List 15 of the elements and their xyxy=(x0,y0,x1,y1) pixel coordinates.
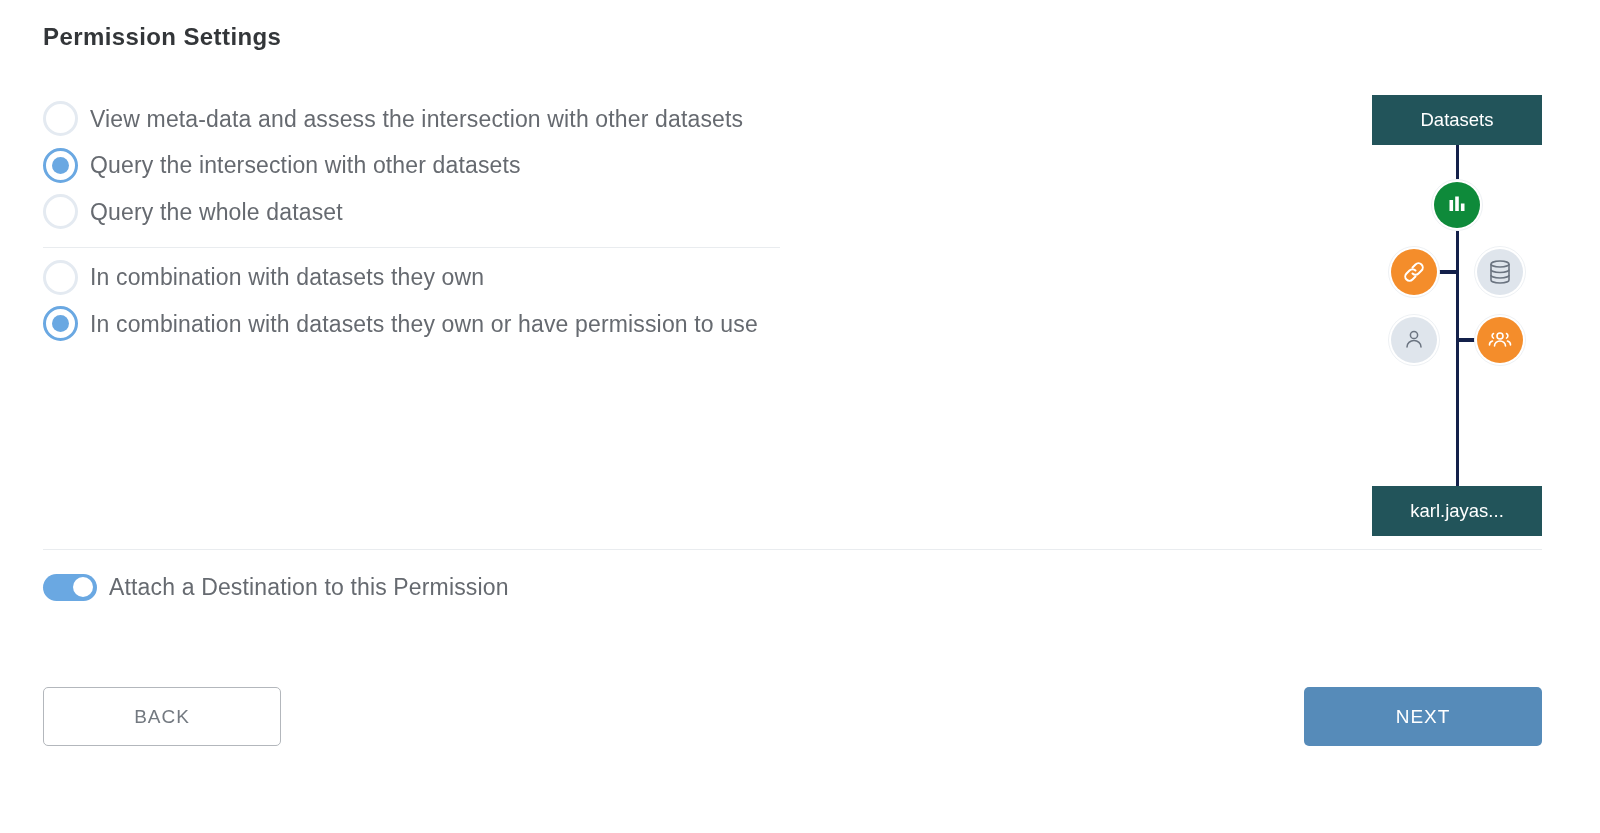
option-label: Query the whole dataset xyxy=(90,197,343,226)
option-label: Query the intersection with other datasets xyxy=(90,151,521,179)
radio-button[interactable] xyxy=(43,147,78,183)
option-label: View meta-data and assess the intersection with other datasets xyxy=(90,104,744,133)
toggle-label: Attach a Destination to this Permission xyxy=(109,573,509,601)
diagram-node: karl.jayas... xyxy=(1372,486,1542,536)
radio-button[interactable] xyxy=(43,306,78,341)
toggle-switch[interactable] xyxy=(43,573,97,601)
connector-line xyxy=(1455,145,1459,179)
page-title: Permission Settings xyxy=(43,22,282,52)
option-label: In combination with datasets they own or have permission to use xyxy=(90,309,758,338)
back-button[interactable]: BACK xyxy=(43,687,281,746)
diagram-node: Datasets xyxy=(1372,95,1542,145)
option-label: In combination with datasets they own xyxy=(90,263,485,291)
next-button[interactable]: NEXT xyxy=(1304,687,1542,746)
